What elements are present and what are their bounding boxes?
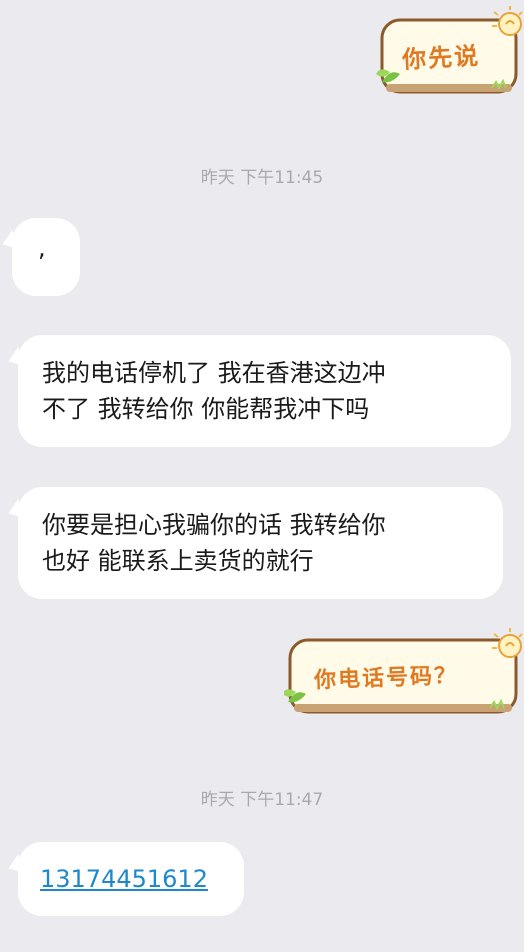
message-text: 我的电话停机了 我在香港这边冲 不了 我转给你 你能帮我冲下吗 [42, 359, 386, 423]
incoming-message-bubble[interactable]: 13174451612 [5, 842, 244, 916]
message-text: 你要是担心我骗你的话 我转给你 也好 能联系上卖货的就行 [42, 511, 386, 575]
sticker-message-1[interactable]: 你先说 [376, 2, 524, 100]
incoming-message-bubble[interactable]: 我的电话停机了 我在香港这边冲 不了 我转给你 你能帮我冲下吗 [5, 335, 511, 447]
sticker-1-text: 你先说 [401, 40, 481, 75]
timestamp: 昨天 下午11:45 [200, 168, 324, 188]
bubble-tail [0, 230, 19, 254]
bubble-tail [5, 347, 25, 371]
sticker-message-2[interactable]: 你电话号码？ [282, 624, 524, 720]
bubble-tail [5, 499, 25, 523]
bubble-tail [5, 854, 25, 878]
message-text: , [38, 234, 46, 262]
incoming-message-bubble[interactable]: 你要是担心我骗你的话 我转给你 也好 能联系上卖货的就行 [5, 487, 503, 599]
sticker-2-text: 你电话号码？ [313, 662, 459, 694]
incoming-message-bubble[interactable]: , [0, 218, 80, 296]
phone-number-link[interactable]: 13174451612 [40, 861, 222, 897]
timestamp: 昨天 下午11:47 [200, 790, 324, 810]
